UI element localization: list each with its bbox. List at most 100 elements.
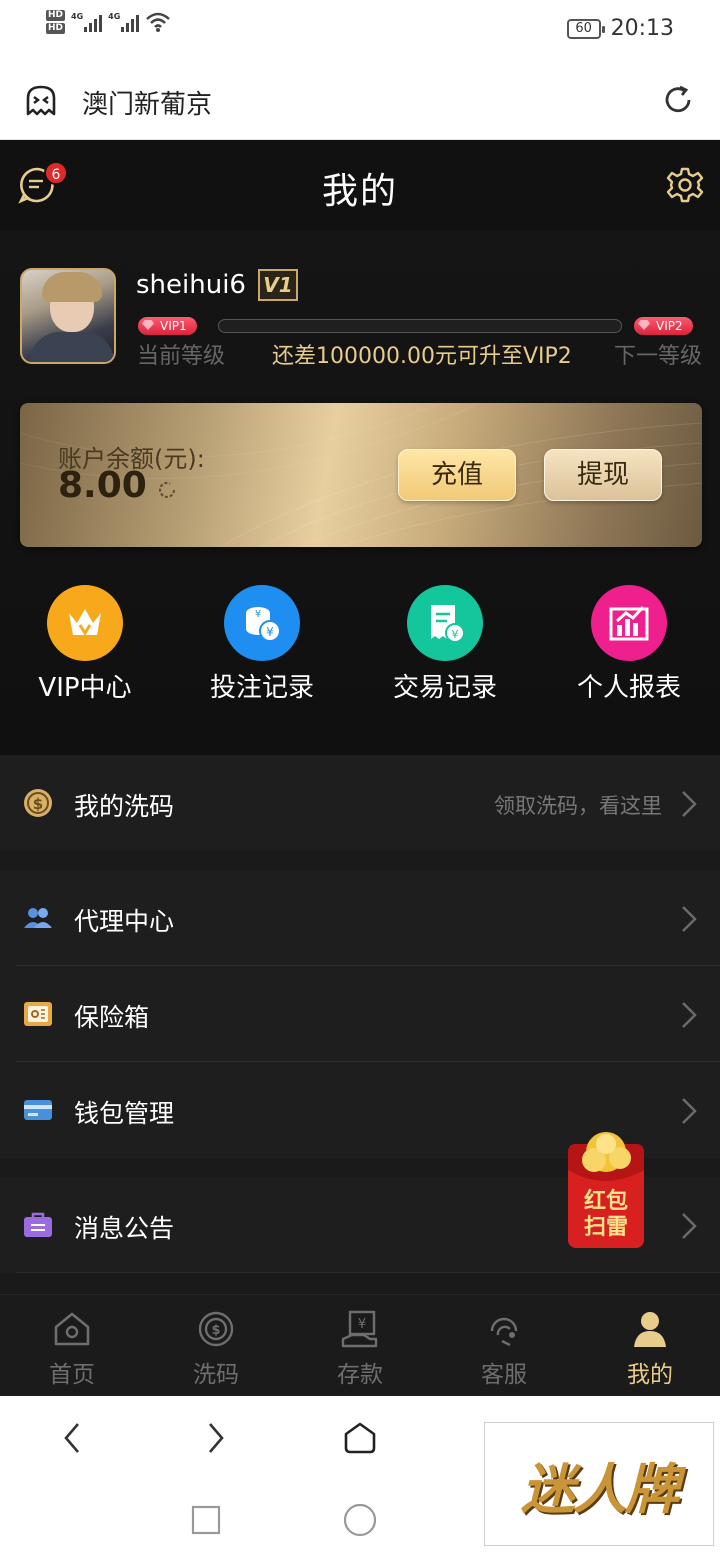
hd-label-2: HD [46, 23, 66, 34]
browser-bar: 澳门新葡京 [0, 62, 720, 140]
menu-label-safe: 保险箱 [74, 1003, 150, 1032]
avatar[interactable] [20, 268, 116, 364]
quick-label-report: 个人报表 [576, 673, 681, 703]
menu-label-wallet: 钱包管理 [74, 1099, 175, 1128]
refresh-icon[interactable] [662, 84, 694, 116]
tab-deposit[interactable]: ¥ 存款 [300, 1309, 420, 1389]
tab-mine[interactable]: 我的 [590, 1309, 710, 1389]
network-type-2: 4G [108, 12, 121, 21]
back-arrow-icon[interactable] [60, 1420, 84, 1456]
svg-text:¥: ¥ [255, 609, 261, 620]
quick-label-vip: VIP中心 [38, 673, 132, 703]
crown-icon [47, 585, 123, 661]
receipt-icon: ¥ [407, 585, 483, 661]
red-packet-line-2: 扫雷 [584, 1215, 628, 1240]
quick-bet-records[interactable]: ¥ ¥ 投注记录 [187, 585, 337, 704]
chevron-right-icon [682, 1213, 697, 1239]
tab-label-deposit: 存款 [337, 1362, 383, 1388]
app-header: 我的 [0, 140, 720, 230]
chevron-right-icon [682, 791, 697, 817]
deposit-icon: ¥ [341, 1310, 378, 1348]
signal-icon-1: 4G [71, 12, 103, 32]
home-button-icon[interactable] [342, 1420, 378, 1456]
balance-value: 8.00 [58, 465, 147, 506]
home-icon [54, 1312, 90, 1346]
tab-label-mine: 我的 [627, 1362, 673, 1388]
upgrade-hint: 还差100000.00元可升至VIP2 [272, 344, 572, 369]
quick-vip-center[interactable]: VIP中心 [10, 585, 160, 704]
status-left: HD HD 4G 4G [46, 10, 171, 34]
profile-section: sheihui6 V1 VIP1 VIP2 当前等级 还差100000.00元可… [0, 230, 720, 755]
forward-arrow-icon[interactable] [204, 1420, 228, 1456]
watermark-text: 迷人牌 [521, 1456, 679, 1521]
svg-text:$: $ [211, 1323, 220, 1338]
dollar-coin-icon: $ [24, 789, 52, 817]
quick-transaction-records[interactable]: ¥ 交易记录 [370, 585, 520, 704]
target-icon: $ [198, 1311, 234, 1347]
menu-hint-rebate: 领取洗码，看这里 [494, 794, 662, 818]
quick-personal-report[interactable]: 个人报表 [554, 585, 704, 704]
tab-label-rebate: 洗码 [193, 1362, 239, 1388]
user-icon [634, 1312, 666, 1347]
people-icon [24, 908, 52, 928]
status-bar: HD HD 4G 4G 60 20:13 [0, 0, 720, 62]
current-level-label: 当前等级 [137, 344, 226, 369]
bottom-tab-bar: 首页 $ 洗码 ¥ 存款 客服 我的 [0, 1294, 720, 1396]
next-vip-pill: VIP2 [634, 317, 693, 335]
recharge-button[interactable]: 充值 [398, 449, 516, 501]
page-title: 我的 [321, 171, 398, 212]
menu-row-agent[interactable]: 代理中心 [0, 870, 720, 966]
svg-text:¥: ¥ [358, 1317, 366, 1332]
chevron-right-icon [682, 1098, 697, 1124]
chevron-right-icon [682, 906, 697, 932]
status-right: 60 20:13 [566, 16, 674, 41]
gear-icon[interactable] [666, 166, 704, 204]
menu-label-agent: 代理中心 [74, 907, 175, 936]
signal-icon-2: 4G [108, 12, 140, 32]
withdraw-button[interactable]: 提现 [544, 449, 662, 501]
svg-text:¥: ¥ [266, 625, 274, 639]
message-badge: 6 [44, 161, 68, 185]
ghost-icon[interactable] [24, 84, 58, 118]
quick-label-transactions: 交易记录 [392, 673, 497, 703]
menu-row-rebate[interactable]: $ 我的洗码 领取洗码，看这里 [0, 755, 720, 851]
browser-title: 澳门新葡京 [82, 90, 213, 120]
balance-card: 账户余额(元): 8.00 充值 提现 [20, 403, 702, 547]
battery-icon: 60 [566, 18, 605, 39]
vip-progress-bar [218, 319, 622, 333]
chevron-right-icon [682, 1002, 697, 1028]
vip-level-badge: V1 [258, 269, 298, 301]
battery-level: 60 [575, 20, 592, 36]
tab-label-home: 首页 [49, 1362, 95, 1388]
svg-text:¥: ¥ [452, 628, 459, 641]
hd-label-1: HD [46, 10, 66, 21]
system-nav-bar: 迷人牌 [0, 1396, 720, 1560]
red-packet-minesweeper-button[interactable]: 红包 扫雷 [566, 1130, 646, 1252]
menu-label-rebate: 我的洗码 [74, 792, 175, 821]
support-icon [490, 1317, 518, 1347]
chart-icon [591, 585, 667, 661]
tab-label-support: 客服 [481, 1362, 527, 1388]
watermark-logo: 迷人牌 [484, 1422, 714, 1546]
tab-rebate[interactable]: $ 洗码 [156, 1309, 276, 1389]
red-packet-line-1: 红包 [584, 1188, 628, 1214]
menu-row-safe[interactable]: 保险箱 [0, 966, 720, 1062]
clock: 20:13 [610, 16, 674, 41]
menu-label-notice: 消息公告 [74, 1214, 175, 1243]
wifi-icon [146, 12, 171, 32]
network-type-1: 4G [71, 12, 84, 21]
wallet-card-icon [24, 1100, 52, 1120]
briefcase-icon [24, 1212, 52, 1237]
recents-square-icon[interactable] [190, 1504, 222, 1536]
coins-icon: ¥ ¥ [224, 585, 300, 661]
current-vip-pill: VIP1 [138, 317, 197, 335]
balance-refresh-icon[interactable] [156, 479, 178, 501]
home-circle-icon[interactable] [342, 1502, 378, 1538]
safe-icon [24, 1002, 52, 1026]
hd-indicators: HD HD [46, 10, 66, 34]
next-level-label: 下一等级 [613, 344, 702, 369]
tab-home[interactable]: 首页 [12, 1309, 132, 1389]
divider [16, 1272, 720, 1273]
tab-support[interactable]: 客服 [444, 1309, 564, 1389]
quick-label-bets: 投注记录 [209, 673, 314, 703]
